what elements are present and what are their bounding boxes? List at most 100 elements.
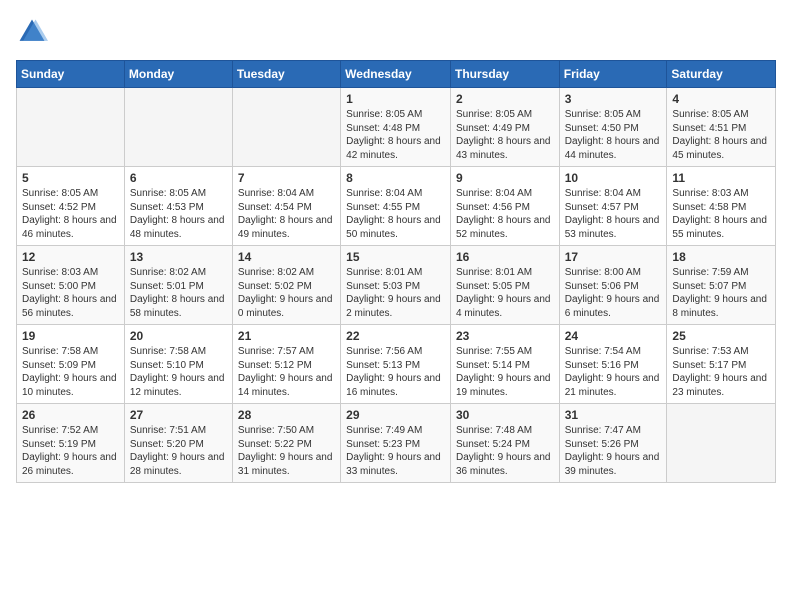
day-number: 18 — [672, 250, 770, 264]
day-info: Sunrise: 7:51 AM Sunset: 5:20 PM Dayligh… — [130, 424, 227, 478]
day-number: 24 — [565, 329, 662, 343]
day-info: Sunrise: 7:48 AM Sunset: 5:24 PM Dayligh… — [456, 424, 554, 478]
calendar-cell: 31Sunrise: 7:47 AM Sunset: 5:26 PM Dayli… — [559, 404, 667, 483]
day-number: 15 — [346, 250, 445, 264]
calendar-table: SundayMondayTuesdayWednesdayThursdayFrid… — [16, 60, 776, 483]
logo — [16, 16, 52, 48]
day-info: Sunrise: 7:58 AM Sunset: 5:09 PM Dayligh… — [22, 345, 119, 399]
day-info: Sunrise: 8:00 AM Sunset: 5:06 PM Dayligh… — [565, 266, 662, 320]
weekday-header-friday: Friday — [559, 61, 667, 88]
calendar-week-2: 5Sunrise: 8:05 AM Sunset: 4:52 PM Daylig… — [17, 167, 776, 246]
calendar-cell: 27 Sunrise: 7:51 AM Sunset: 5:20 PM Dayli… — [124, 404, 232, 483]
calendar-cell: 15 Sunrise: 8:01 AM Sunset: 5:03 PM Dayli… — [341, 246, 451, 325]
calendar-week-5: 26 Sunrise: 7:52 AM Sunset: 5:19 PM Dayli… — [17, 404, 776, 483]
day-number: 11 — [672, 171, 770, 185]
weekday-header-tuesday: Tuesday — [232, 61, 340, 88]
day-info: Sunrise: 8:04 AM Sunset: 4:57 PM Dayligh… — [565, 187, 662, 241]
day-info: Sunrise: 8:02 AM Sunset: 5:02 PM Dayligh… — [238, 266, 335, 320]
day-number: 28 — [238, 408, 335, 422]
day-number: 23 — [456, 329, 554, 343]
calendar-cell: 19 Sunrise: 7:58 AM Sunset: 5:09 PM Dayli… — [17, 325, 125, 404]
calendar-cell: 22Sunrise: 7:56 AM Sunset: 5:13 PM Dayli… — [341, 325, 451, 404]
day-info: Sunrise: 8:03 AM Sunset: 4:58 PM Dayligh… — [672, 187, 770, 241]
day-number: 6 — [130, 171, 227, 185]
day-number: 1 — [346, 92, 445, 106]
calendar-cell — [124, 88, 232, 167]
day-info: Sunrise: 8:02 AM Sunset: 5:01 PM Dayligh… — [130, 266, 227, 320]
day-number: 12 — [22, 250, 119, 264]
calendar-cell: 23Sunrise: 7:55 AM Sunset: 5:14 PM Dayli… — [450, 325, 559, 404]
calendar-cell: 5Sunrise: 8:05 AM Sunset: 4:52 PM Daylig… — [17, 167, 125, 246]
day-info: Sunrise: 7:52 AM Sunset: 5:19 PM Dayligh… — [22, 424, 119, 478]
day-number: 25 — [672, 329, 770, 343]
day-info: Sunrise: 8:01 AM Sunset: 5:03 PM Dayligh… — [346, 266, 445, 320]
calendar-cell: 21 Sunrise: 7:57 AM Sunset: 5:12 PM Dayli… — [232, 325, 340, 404]
day-number: 19 — [22, 329, 119, 343]
calendar-cell: 4 Sunrise: 8:05 AM Sunset: 4:51 PM Daylig… — [667, 88, 776, 167]
day-number: 2 — [456, 92, 554, 106]
calendar-cell: 14 Sunrise: 8:02 AM Sunset: 5:02 PM Dayli… — [232, 246, 340, 325]
calendar-cell: 8 Sunrise: 8:04 AM Sunset: 4:55 PM Daylig… — [341, 167, 451, 246]
calendar-cell: 12 Sunrise: 8:03 AM Sunset: 5:00 PM Dayli… — [17, 246, 125, 325]
day-number: 10 — [565, 171, 662, 185]
page-header — [16, 16, 776, 48]
day-number: 7 — [238, 171, 335, 185]
calendar-cell: 17Sunrise: 8:00 AM Sunset: 5:06 PM Dayli… — [559, 246, 667, 325]
day-number: 16 — [456, 250, 554, 264]
weekday-header-sunday: Sunday — [17, 61, 125, 88]
day-info: Sunrise: 8:03 AM Sunset: 5:00 PM Dayligh… — [22, 266, 119, 320]
day-info: Sunrise: 7:50 AM Sunset: 5:22 PM Dayligh… — [238, 424, 335, 478]
calendar-cell: 10 Sunrise: 8:04 AM Sunset: 4:57 PM Dayli… — [559, 167, 667, 246]
calendar-cell: 9 Sunrise: 8:04 AM Sunset: 4:56 PM Daylig… — [450, 167, 559, 246]
calendar-cell: 26 Sunrise: 7:52 AM Sunset: 5:19 PM Dayli… — [17, 404, 125, 483]
day-number: 13 — [130, 250, 227, 264]
day-info: Sunrise: 8:05 AM Sunset: 4:49 PM Dayligh… — [456, 108, 554, 162]
day-number: 8 — [346, 171, 445, 185]
day-info: Sunrise: 8:05 AM Sunset: 4:50 PM Dayligh… — [565, 108, 662, 162]
calendar-cell: 18 Sunrise: 7:59 AM Sunset: 5:07 PM Dayli… — [667, 246, 776, 325]
day-info: Sunrise: 8:04 AM Sunset: 4:56 PM Dayligh… — [456, 187, 554, 241]
day-number: 26 — [22, 408, 119, 422]
calendar-cell: 16 Sunrise: 8:01 AM Sunset: 5:05 PM Dayli… — [450, 246, 559, 325]
calendar-cell: 2 Sunrise: 8:05 AM Sunset: 4:49 PM Daylig… — [450, 88, 559, 167]
calendar-week-4: 19 Sunrise: 7:58 AM Sunset: 5:09 PM Dayli… — [17, 325, 776, 404]
day-info: Sunrise: 7:57 AM Sunset: 5:12 PM Dayligh… — [238, 345, 335, 399]
calendar-cell: 6 Sunrise: 8:05 AM Sunset: 4:53 PM Daylig… — [124, 167, 232, 246]
day-info: Sunrise: 7:58 AM Sunset: 5:10 PM Dayligh… — [130, 345, 227, 399]
day-info: Sunrise: 8:05 AM Sunset: 4:48 PM Dayligh… — [346, 108, 445, 162]
calendar-cell: 20 Sunrise: 7:58 AM Sunset: 5:10 PM Dayli… — [124, 325, 232, 404]
weekday-header-row: SundayMondayTuesdayWednesdayThursdayFrid… — [17, 61, 776, 88]
day-number: 4 — [672, 92, 770, 106]
calendar-week-3: 12 Sunrise: 8:03 AM Sunset: 5:00 PM Dayli… — [17, 246, 776, 325]
day-info: Sunrise: 8:05 AM Sunset: 4:51 PM Dayligh… — [672, 108, 770, 162]
day-number: 20 — [130, 329, 227, 343]
calendar-cell — [232, 88, 340, 167]
day-info: Sunrise: 7:53 AM Sunset: 5:17 PM Dayligh… — [672, 345, 770, 399]
calendar-cell: 30 Sunrise: 7:48 AM Sunset: 5:24 PM Dayli… — [450, 404, 559, 483]
day-number: 30 — [456, 408, 554, 422]
calendar-cell: 29Sunrise: 7:49 AM Sunset: 5:23 PM Dayli… — [341, 404, 451, 483]
day-info: Sunrise: 7:54 AM Sunset: 5:16 PM Dayligh… — [565, 345, 662, 399]
day-number: 9 — [456, 171, 554, 185]
calendar-cell: 11 Sunrise: 8:03 AM Sunset: 4:58 PM Dayli… — [667, 167, 776, 246]
day-info: Sunrise: 8:04 AM Sunset: 4:54 PM Dayligh… — [238, 187, 335, 241]
calendar-cell: 28 Sunrise: 7:50 AM Sunset: 5:22 PM Dayli… — [232, 404, 340, 483]
calendar-cell: 13 Sunrise: 8:02 AM Sunset: 5:01 PM Dayli… — [124, 246, 232, 325]
calendar-cell — [667, 404, 776, 483]
day-info: Sunrise: 7:47 AM Sunset: 5:26 PM Dayligh… — [565, 424, 662, 478]
calendar-cell: 1 Sunrise: 8:05 AM Sunset: 4:48 PM Daylig… — [341, 88, 451, 167]
day-number: 21 — [238, 329, 335, 343]
day-info: Sunrise: 7:59 AM Sunset: 5:07 PM Dayligh… — [672, 266, 770, 320]
calendar-cell: 25 Sunrise: 7:53 AM Sunset: 5:17 PM Dayli… — [667, 325, 776, 404]
calendar-cell: 24 Sunrise: 7:54 AM Sunset: 5:16 PM Dayli… — [559, 325, 667, 404]
logo-icon — [16, 16, 48, 48]
day-info: Sunrise: 8:05 AM Sunset: 4:53 PM Dayligh… — [130, 187, 227, 241]
calendar-cell: 3Sunrise: 8:05 AM Sunset: 4:50 PM Daylig… — [559, 88, 667, 167]
day-number: 27 — [130, 408, 227, 422]
calendar-cell: 7 Sunrise: 8:04 AM Sunset: 4:54 PM Daylig… — [232, 167, 340, 246]
day-info: Sunrise: 8:01 AM Sunset: 5:05 PM Dayligh… — [456, 266, 554, 320]
day-number: 14 — [238, 250, 335, 264]
weekday-header-monday: Monday — [124, 61, 232, 88]
day-info: Sunrise: 8:04 AM Sunset: 4:55 PM Dayligh… — [346, 187, 445, 241]
day-number: 5 — [22, 171, 119, 185]
